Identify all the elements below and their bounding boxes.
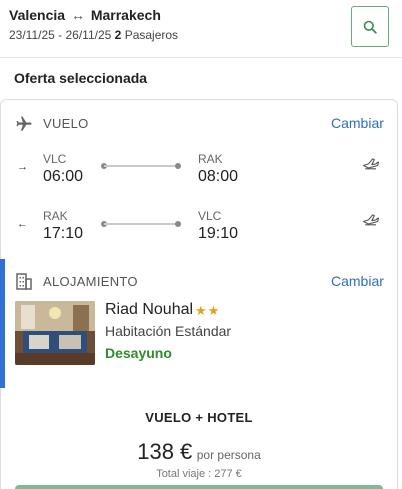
passenger-count: 2 bbox=[114, 28, 122, 42]
return-plane-icon bbox=[362, 214, 380, 226]
origin-city: Valencia bbox=[9, 7, 66, 23]
hotel-photo-image bbox=[15, 301, 95, 365]
outbound-end-dot bbox=[175, 163, 181, 169]
hotel-label: ALOJAMIENTO bbox=[43, 274, 138, 289]
hotel-accent-bar bbox=[0, 259, 5, 388]
flight-label: VUELO bbox=[43, 116, 89, 131]
outbound-arrow-icon: → bbox=[17, 161, 28, 173]
return-end-dot bbox=[175, 221, 181, 227]
return-from-time: 17:10 bbox=[43, 225, 84, 242]
change-hotel-link[interactable]: Cambiar bbox=[331, 273, 384, 289]
trip-dates: 23/11/25 - 26/11/25 bbox=[9, 28, 112, 42]
building-icon bbox=[16, 273, 32, 290]
plane-icon bbox=[16, 116, 32, 131]
offer-title: Oferta seleccionada bbox=[14, 70, 148, 86]
change-flight-link[interactable]: Cambiar bbox=[331, 115, 384, 131]
outbound-from-time: 06:00 bbox=[43, 168, 84, 185]
outbound-plane-icon bbox=[362, 158, 380, 170]
return-arrow-icon: ← bbox=[17, 218, 28, 230]
price-per-person: 138 € bbox=[137, 439, 193, 464]
hotel-star-rating: ★★ bbox=[195, 303, 221, 318]
price-suffix: por persona bbox=[196, 448, 261, 462]
outbound-from-code: VLC bbox=[43, 152, 67, 166]
outbound-to-code: RAK bbox=[198, 152, 223, 166]
route-arrow-icon: ↔ bbox=[70, 7, 85, 23]
continue-button[interactable] bbox=[15, 485, 383, 489]
hotel-photo[interactable] bbox=[15, 301, 95, 365]
header: Valencia ↔ Marrakech 23/11/25 - 26/11/25… bbox=[0, 0, 402, 58]
destination-city: Marrakech bbox=[90, 7, 161, 23]
trip-summary: 23/11/25 - 26/11/25 2 Pasajeros bbox=[9, 28, 178, 42]
return-from-code: RAK bbox=[43, 209, 68, 223]
search-icon bbox=[363, 20, 377, 34]
passenger-label: Pasajeros bbox=[124, 28, 179, 42]
return-to-code: VLC bbox=[198, 209, 222, 223]
trip-total: Total viaje : 277 € bbox=[156, 468, 242, 480]
return-track bbox=[104, 223, 178, 225]
search-button[interactable] bbox=[351, 6, 389, 47]
hotel-name[interactable]: Riad Nouhal bbox=[105, 301, 193, 319]
board-type: Desayuno bbox=[105, 345, 172, 361]
package-title: VUELO + HOTEL bbox=[145, 410, 253, 425]
room-type: Habitación Estándar bbox=[105, 323, 232, 339]
route-title: Valencia ↔ Marrakech bbox=[9, 7, 161, 23]
outbound-to-time: 08:00 bbox=[198, 168, 239, 185]
price-line: 138 € por persona bbox=[0, 439, 398, 465]
return-to-time: 19:10 bbox=[198, 225, 239, 242]
outbound-track bbox=[104, 165, 178, 167]
